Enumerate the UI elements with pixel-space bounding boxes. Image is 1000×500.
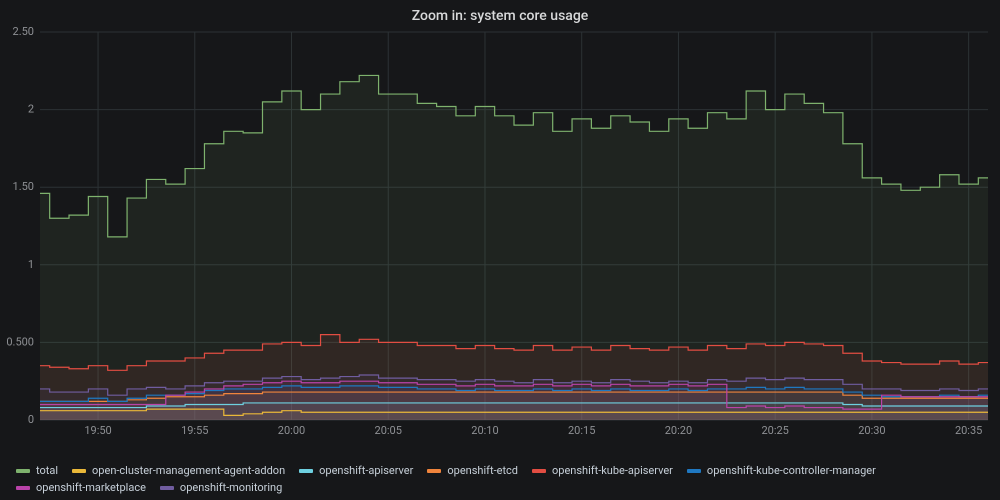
svg-text:20:30: 20:30 [858,424,885,437]
legend-item[interactable]: openshift-apiserver [299,464,413,477]
legend-item[interactable]: openshift-kube-controller-manager [687,464,876,477]
chart-panel: Zoom in: system core usage 0 0.500 1 1.50 2 2… [0,0,1000,500]
legend-item[interactable]: openshift-etcd [427,464,518,477]
svg-text:0: 0 [28,413,34,426]
svg-text:20:15: 20:15 [568,424,595,437]
svg-text:2.50: 2.50 [13,25,34,38]
svg-text:20:20: 20:20 [665,424,692,437]
svg-text:19:55: 19:55 [181,424,208,437]
legend-item[interactable]: openshift-kube-apiserver [532,464,673,477]
legend-swatch [299,469,313,473]
legend-swatch [16,486,30,490]
legend-label: openshift-etcd [447,464,518,477]
legend-item[interactable]: total [16,464,58,477]
legend-label: open-cluster-management-agent-addon [92,464,285,477]
legend-label: openshift-kube-controller-manager [707,464,876,477]
svg-text:20:35: 20:35 [955,424,982,437]
chart-title: Zoom in: system core usage [0,0,1000,28]
legend-swatch [427,469,441,473]
legend-swatch [160,486,174,490]
svg-text:20:05: 20:05 [375,424,402,437]
legend-label: openshift-kube-apiserver [552,464,673,477]
chart-legend: total open-cluster-management-agent-addon… [16,464,988,494]
legend-label: openshift-apiserver [319,464,413,477]
svg-text:1.50: 1.50 [13,180,34,193]
svg-text:2: 2 [28,103,34,116]
legend-swatch [72,469,86,473]
legend-swatch [532,469,546,473]
legend-label: openshift-marketplace [36,481,146,494]
svg-text:20:00: 20:00 [278,424,305,437]
svg-text:20:25: 20:25 [761,424,788,437]
legend-swatch [16,469,30,473]
svg-text:19:50: 19:50 [84,424,111,437]
legend-label: total [36,464,58,477]
chart-svg[interactable]: 00.50011.5022.5019:5019:5520:0020:0520:1… [40,32,988,438]
legend-label: openshift-monitoring [180,481,282,494]
svg-text:20:10: 20:10 [471,424,498,437]
legend-item[interactable]: openshift-monitoring [160,481,282,494]
chart-plot-area[interactable]: 00.50011.5022.5019:5019:5520:0020:0520:1… [40,32,988,438]
svg-text:0.500: 0.500 [6,335,34,348]
legend-item[interactable]: openshift-marketplace [16,481,146,494]
svg-text:1: 1 [28,258,34,271]
legend-swatch [687,469,701,473]
legend-item[interactable]: open-cluster-management-agent-addon [72,464,285,477]
